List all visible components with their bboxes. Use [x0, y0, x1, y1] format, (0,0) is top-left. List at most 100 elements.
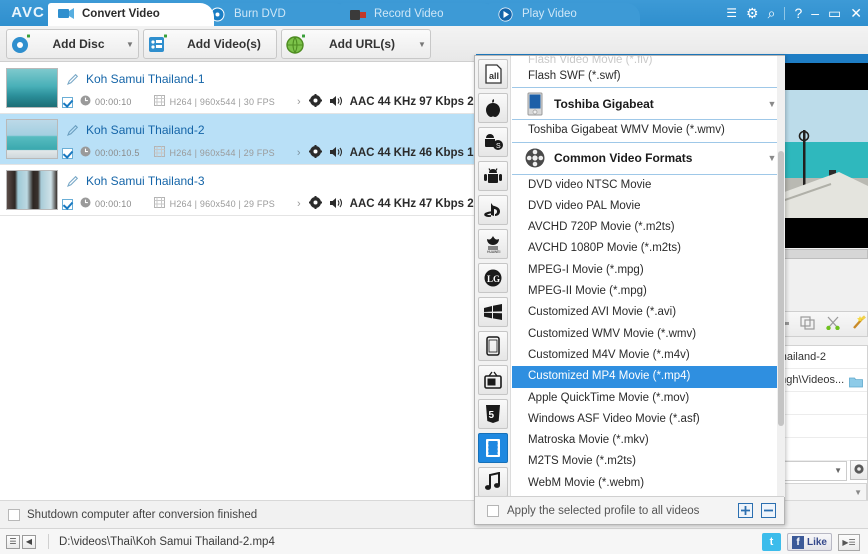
file-duration: 00:00:10: [95, 97, 132, 107]
collapse-button[interactable]: ◀: [22, 535, 36, 549]
list-item[interactable]: Customized M4V Movie (*.m4v): [512, 345, 785, 366]
tab-play-video[interactable]: Play Video: [488, 3, 640, 26]
list-item[interactable]: Customized WMV Movie (*.wmv): [512, 324, 785, 345]
chevron-right-icon[interactable]: ›: [297, 198, 301, 210]
list-item[interactable]: DVD video PAL Movie: [512, 196, 785, 217]
video-formats-icon[interactable]: [478, 433, 508, 463]
scrollbar-thumb[interactable]: [778, 151, 784, 426]
list-item[interactable]: Apple QuickTime Movie (*.mov): [512, 388, 785, 409]
video-preview[interactable]: [779, 63, 868, 248]
list-item[interactable]: M2TS Movie (*.m2ts): [512, 451, 785, 472]
list-item-selected[interactable]: Customized MP4 Movie (*.mp4): [512, 366, 785, 387]
windows-icon[interactable]: [478, 297, 508, 327]
android-store-icon[interactable]: S: [478, 127, 508, 157]
html5-icon[interactable]: 5: [478, 399, 508, 429]
notes-icon[interactable]: ☰: [726, 3, 737, 23]
file-checkbox[interactable]: [62, 199, 73, 210]
file-checkbox[interactable]: [62, 97, 73, 108]
chevron-down-icon[interactable]: ▼: [414, 40, 430, 49]
apply-all-checkbox[interactable]: [487, 505, 499, 517]
add-urls-label: Add URL(s): [310, 37, 414, 51]
dropdown-category-sidebar[interactable]: all S HUAWEI LG: [475, 56, 511, 497]
add-urls-button[interactable]: Add URL(s) ▼: [281, 29, 431, 59]
list-item[interactable]: AVCHD 720P Movie (*.m2ts): [512, 217, 785, 238]
film-reel-icon: [520, 147, 550, 169]
tab-convert-video[interactable]: Convert Video: [48, 3, 214, 26]
resize-grip[interactable]: ▶☰: [838, 534, 860, 551]
add-profile-icon[interactable]: [738, 503, 753, 518]
dropdown-scrollbar[interactable]: [777, 56, 785, 497]
list-item[interactable]: Windows ASF Video Movie (*.asf): [512, 409, 785, 430]
twitter-icon[interactable]: t: [762, 533, 781, 551]
table-row[interactable]: Koh Samui Thailand-1 00:00:10 H264 | 960…: [0, 63, 477, 114]
list-item[interactable]: MPEG-I Movie (*.mpg): [512, 260, 785, 281]
format-dropdown-menu[interactable]: all S HUAWEI LG: [474, 55, 785, 525]
preview-seek-bar[interactable]: [779, 249, 868, 259]
playstation-icon[interactable]: [478, 195, 508, 225]
maximize-icon[interactable]: ▭: [828, 3, 841, 23]
edit-pencil-icon[interactable]: [66, 124, 79, 140]
video-settings-icon[interactable]: [309, 94, 322, 110]
video-settings-icon[interactable]: [309, 145, 322, 161]
chevron-right-icon[interactable]: ›: [297, 96, 301, 108]
tab-record-video-label: Record Video: [374, 8, 443, 20]
huawei-icon[interactable]: HUAWEI: [478, 229, 508, 259]
apple-icon[interactable]: [478, 93, 508, 123]
phone-icon[interactable]: [478, 331, 508, 361]
chevron-down-icon[interactable]: ▼: [122, 40, 138, 49]
file-list[interactable]: Koh Samui Thailand-1 00:00:10 H264 | 960…: [0, 63, 478, 500]
search-icon[interactable]: ⌕: [768, 3, 776, 23]
audio-formats-icon[interactable]: [478, 467, 508, 497]
table-row[interactable]: Koh Samui Thailand-2 00:00:10.5 H264 | 9…: [0, 114, 477, 165]
file-name[interactable]: Koh Samui Thailand-2: [86, 123, 205, 137]
list-item[interactable]: DVD video NTSC Movie: [512, 175, 785, 196]
facebook-like-button[interactable]: f Like: [787, 533, 832, 551]
list-item[interactable]: Customized AVI Movie (*.avi): [512, 302, 785, 323]
speaker-icon[interactable]: [329, 197, 343, 212]
chevron-right-icon[interactable]: ›: [297, 147, 301, 159]
list-item[interactable]: Toshiba Gigabeat WMV Movie (*.wmv): [512, 120, 785, 141]
file-name[interactable]: Koh Samui Thailand-1: [86, 72, 205, 86]
list-view-button[interactable]: ☰: [6, 535, 20, 549]
chevron-down-icon[interactable]: ▼: [834, 462, 842, 480]
table-row[interactable]: Koh Samui Thailand-3 00:00:10 H264 | 960…: [0, 165, 477, 216]
shutdown-checkbox[interactable]: [8, 509, 20, 521]
list-item[interactable]: Flash SWF (*.swf): [512, 66, 785, 87]
lg-icon[interactable]: LG: [478, 263, 508, 293]
group-toshiba-gigabeat[interactable]: Toshiba Gigabeat ▼: [512, 87, 785, 120]
file-checkbox[interactable]: [62, 148, 73, 159]
android-icon[interactable]: [478, 161, 508, 191]
edit-pencil-icon[interactable]: [66, 175, 79, 191]
list-item[interactable]: AVCHD 1080P Movie (*.m2ts): [512, 238, 785, 259]
convert-video-icon: [58, 7, 74, 22]
profile-settings-button[interactable]: [850, 460, 868, 480]
list-item[interactable]: Flash Video Movie (*.flv): [512, 56, 785, 66]
tab-burn-dvd[interactable]: Burn DVD: [200, 3, 348, 26]
tv-icon[interactable]: [478, 365, 508, 395]
help-icon[interactable]: ?: [794, 3, 802, 23]
minimize-icon[interactable]: –: [811, 3, 819, 23]
add-videos-button[interactable]: Add Video(s): [143, 29, 277, 59]
all-formats-icon[interactable]: all: [478, 59, 508, 89]
add-disc-button[interactable]: Add Disc ▼: [6, 29, 139, 59]
gear-icon[interactable]: ⚙: [746, 3, 759, 23]
format-list[interactable]: Flash Video Movie (*.flv) Flash SWF (*.s…: [512, 56, 785, 497]
remove-profile-icon[interactable]: [761, 503, 776, 518]
edit-pencil-icon[interactable]: [66, 73, 79, 89]
speaker-icon[interactable]: [329, 95, 343, 110]
list-item[interactable]: Matroska Movie (*.mkv): [512, 430, 785, 451]
scissors-icon[interactable]: [825, 316, 841, 333]
group-common-video-formats[interactable]: Common Video Formats ▼: [512, 142, 785, 175]
list-item[interactable]: MPEG-II Movie (*.mpg): [512, 281, 785, 302]
crop-icon[interactable]: [800, 316, 815, 333]
video-settings-icon[interactable]: [309, 196, 322, 212]
folder-icon[interactable]: [849, 374, 863, 392]
video-thumbnail: [6, 170, 58, 210]
list-item[interactable]: WebM Movie (*.webm): [512, 473, 785, 494]
speaker-icon[interactable]: [329, 146, 343, 161]
file-name[interactable]: Koh Samui Thailand-3: [86, 174, 205, 188]
tab-record-video[interactable]: Record Video: [340, 3, 496, 26]
effects-wand-icon[interactable]: [851, 315, 867, 333]
close-icon[interactable]: ✕: [850, 3, 862, 23]
video-thumbnail: [6, 119, 58, 159]
